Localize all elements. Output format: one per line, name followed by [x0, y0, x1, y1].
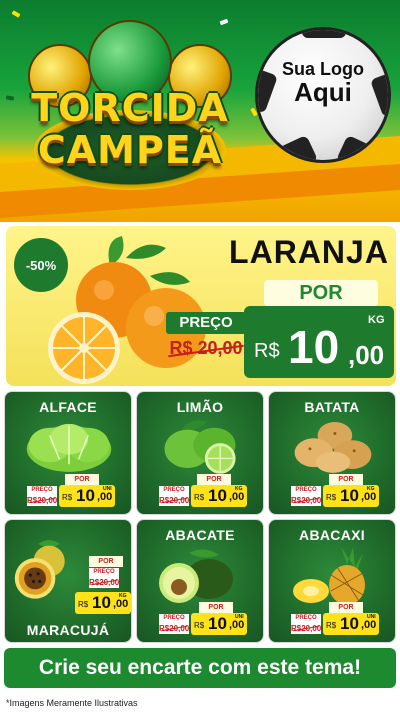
old-price-box: PREÇO R$20,00 — [159, 614, 189, 634]
campaign-title: TORCIDA CAMPEÃ — [14, 80, 246, 190]
lettuce-image — [26, 423, 112, 472]
featured-product-name: LARANJA — [229, 234, 389, 270]
lime-image — [164, 420, 236, 474]
potato-image — [294, 421, 372, 473]
por-label: POR — [199, 602, 233, 613]
product-card-batata[interactable]: BATATA POR PREÇO R$20,00 R$ 10 ,00 KG — [268, 391, 396, 515]
logo-text-line-2: Aqui — [294, 76, 352, 107]
por-label: POR — [89, 556, 123, 567]
old-price-box: PREÇO R$ 20,00 — [164, 310, 248, 368]
discount-badge: -50% — [14, 238, 68, 292]
old-price-box: PREÇO R$20,00 — [89, 568, 119, 588]
product-name: ALFACE — [39, 399, 97, 415]
cta-banner[interactable]: Crie seu encarte com este tema! — [4, 648, 396, 688]
product-card-abacate[interactable]: ABACATE POR PREÇO R$20,00 R$ 10 ,00 UNI — [136, 519, 264, 643]
price-decimal: ,00 — [348, 340, 385, 370]
pineapple-image — [293, 547, 365, 605]
confetti — [11, 10, 21, 18]
title-line-2: CAMPEÃ — [37, 128, 223, 172]
price-tag: R$ 10 ,00 UNI — [191, 613, 247, 635]
old-price: R$ 20,00 — [168, 338, 244, 358]
por-label: POR — [329, 474, 363, 485]
price-tag: R$ 10 ,00 UNI — [323, 613, 379, 635]
disclaimer-text: *Imagens Meramente Ilustrativas — [6, 698, 138, 708]
price-tag: R$ 10 ,00 KG — [323, 485, 379, 507]
old-price-box: PREÇO R$20,00 — [27, 486, 57, 506]
avocado-image — [159, 549, 233, 603]
product-name: MARACUJÁ — [26, 622, 110, 638]
product-card-alface[interactable]: ALFACE POR PREÇO R$20,00 R$ 10 ,00 UNI — [4, 391, 132, 515]
featured-offer[interactable]: -50% LARANJA POR PREÇO R$ 20,00 R$ 10 ,0… — [6, 226, 396, 386]
product-name: BATATA — [304, 399, 360, 415]
por-label: POR — [264, 280, 378, 306]
preco-label: PREÇO — [166, 312, 246, 334]
price-unit: KG — [368, 314, 385, 326]
por-label: POR — [197, 474, 231, 485]
old-price-box: PREÇO R$20,00 — [291, 486, 321, 506]
header-banner: TORCIDA CAMPEÃ Sua Logo Aqui — [0, 0, 400, 222]
passion-fruit-image — [14, 540, 65, 599]
price-tag: R$ 10 ,00 KG — [75, 592, 131, 614]
logo-placeholder[interactable]: Sua Logo Aqui — [255, 27, 391, 163]
por-label: POR — [329, 602, 363, 613]
confetti — [5, 95, 15, 101]
price-tag: R$ 10 ,00 UNI — [59, 485, 115, 507]
product-name: ABACAXI — [299, 527, 365, 543]
featured-price-tag: R$ 10 ,00 KG — [244, 306, 394, 378]
product-card-maracuja[interactable]: POR PREÇO R$20,00 R$ 10 ,00 KG MARACUJÁ — [4, 519, 132, 643]
product-name: ABACATE — [165, 527, 235, 543]
old-price-box: PREÇO R$20,00 — [159, 486, 189, 506]
por-label: POR — [65, 474, 99, 485]
product-name: LIMÃO — [176, 399, 224, 415]
old-price-box: PREÇO R$20,00 — [291, 614, 321, 634]
price-integer: 10 — [288, 321, 340, 373]
title-line-1: TORCIDA — [31, 86, 229, 130]
price-tag: R$ 10 ,00 KG — [191, 485, 247, 507]
product-card-abacaxi[interactable]: ABACAXI POR PREÇO R$20,00 R$ 10 ,00 UNI — [268, 519, 396, 643]
product-card-limao[interactable]: LIMÃO POR PREÇO R$20,00 R$ 10 ,00 KG — [136, 391, 264, 515]
currency-symbol: R$ — [254, 340, 280, 362]
